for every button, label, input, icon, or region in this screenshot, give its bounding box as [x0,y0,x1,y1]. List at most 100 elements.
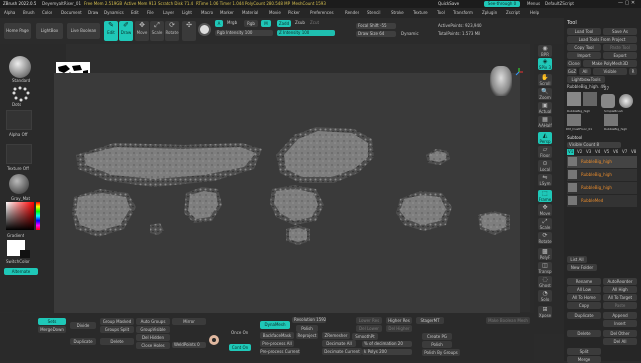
menu-brush[interactable]: Brush [23,10,35,16]
make-polymesh-button[interactable]: Make PolyMesh3D [583,60,637,67]
goz-button[interactable]: GoZ [567,68,577,75]
switch-color-button[interactable]: SwitchColor [6,259,30,265]
visible-count-slider[interactable]: Visible Count 8 [567,142,621,148]
rgb-button[interactable]: Rgb [244,20,258,27]
tool-thumb-2[interactable] [601,94,615,108]
persp-button[interactable]: ◭ Persp [538,132,552,144]
scroll-button[interactable]: ✋ Scroll [538,74,552,86]
lsym-button[interactable]: ⇋ LSym [538,174,552,186]
move-button[interactable]: ✥ Move [135,21,149,41]
menu-stroke[interactable]: Stroke [391,10,404,16]
v-tab-6[interactable]: V6 [613,149,618,155]
rename-button[interactable]: Rename [567,278,601,285]
merge-down-button[interactable]: MergeDown [38,326,66,333]
copy-tool-button[interactable]: Copy Tool [567,44,601,51]
menu-texture[interactable]: Texture [413,10,428,16]
menu-edit[interactable]: Edit [131,10,139,16]
menu-help[interactable]: Help [530,10,539,16]
menu-zplugin[interactable]: Zplugin [482,10,497,16]
brush-thumbnail[interactable] [9,56,31,78]
menu-transform[interactable]: Transform [453,10,473,16]
auto-reorder-button[interactable]: AutoReorder [603,278,637,285]
sculptris-icon[interactable] [198,23,211,36]
focal-shift-slider[interactable]: Focal Shift -55 [356,23,396,29]
move-view-button[interactable]: ✥ Move [538,204,552,216]
higher-res-button[interactable]: Higher Res [386,317,412,324]
weld-points-slider[interactable]: WeldPoints 0 [172,342,206,348]
zremesher-button[interactable]: ZRemesher [322,332,350,339]
subtool-row-2[interactable]: RubbleBig_high [567,169,637,181]
stroke-thumbnail[interactable] [12,86,32,102]
tool-thumb-3[interactable] [619,94,633,108]
subtool-row-1[interactable]: RubbleBig_high [567,156,637,168]
clone-button[interactable]: Clone [567,60,581,67]
m-button[interactable]: M [261,20,271,27]
menu-preferences[interactable]: Preferences [310,10,334,16]
polish-label-button[interactable]: Polish [422,341,452,348]
v-tab-1[interactable]: V1 [567,149,575,155]
frame-button[interactable]: ⬚ Frame [538,190,552,202]
lightbox-tools-button[interactable]: Lightbox▸Tools [567,76,605,83]
dynamesh-button[interactable]: DynaMesh [260,321,290,329]
save-as-button[interactable]: Save As [603,28,637,35]
delete-bottom-button[interactable]: Delete [100,338,134,345]
donut-icon[interactable] [209,335,219,345]
tool-thumb-5[interactable] [604,114,618,126]
spix-button[interactable]: ◈ SPix 3 [538,58,552,70]
tool-thumb-main[interactable] [567,92,581,106]
texture-thumbnail[interactable] [6,144,32,164]
duplicate-bottom-button[interactable]: Duplicate [70,338,96,345]
menu-layer[interactable]: Layer [163,10,174,16]
gizmo-button[interactable]: ✣ [182,21,196,41]
draw-size-slider[interactable]: Draw Size 64 [356,31,396,37]
export-button[interactable]: Export [603,52,637,59]
decimate-current-button[interactable]: Decimate Current [322,348,362,355]
menu-alpha[interactable]: Alpha [4,10,15,16]
menu-color[interactable]: Color [42,10,52,16]
all-to-home-button[interactable]: All To Home [567,294,601,301]
floor-button[interactable]: ▱ Floor [538,146,552,158]
once-on-button[interactable]: Once On [231,330,248,336]
menu-document[interactable]: Document [61,10,82,16]
del-higher-button[interactable]: Del Higher [386,325,412,332]
solo-button[interactable]: ◔ Solo [538,290,552,302]
menu-render[interactable]: Render [345,10,359,16]
live-boolean-button[interactable]: Live Boolean [67,23,100,39]
load-tools-project-button[interactable]: Load Tools From Project [567,36,637,43]
actual-button[interactable]: ▣ Actual [538,102,552,114]
menu-dynamics[interactable]: Dynamics [104,10,124,16]
tool-thumb-cylinder[interactable] [583,92,597,106]
cont-on-button[interactable]: Cont On [229,344,251,351]
menu-draw[interactable]: Draw [88,10,98,16]
local-button[interactable]: ⊙ Local [538,160,552,172]
scale-button[interactable]: ⤢ Scale [150,21,164,41]
paste-button[interactable]: Paste [603,302,637,309]
groups-split-button[interactable]: Groups Split [100,326,134,333]
secondary-color-swatch[interactable] [20,250,30,258]
insert-button[interactable]: Insert [603,320,637,327]
draw-button[interactable]: ✐ Draw [119,21,133,41]
v-tab-4[interactable]: V4 [595,149,600,155]
all-to-target-button[interactable]: All To Target [603,294,637,301]
group-visible-button[interactable]: GroupVisible [136,326,170,333]
del-lower-button[interactable]: Del Lower [356,325,382,332]
divide-button[interactable]: Divide [70,322,96,329]
import-button[interactable]: Import [567,52,601,59]
v-tab-2[interactable]: V2 [577,149,582,155]
make-boolean-mesh-button[interactable]: Make Boolean Mesh [486,317,530,324]
pre-process-all-button[interactable]: Pre-process All [260,340,294,347]
all-button[interactable]: All [579,68,591,75]
copy-button[interactable]: Copy [567,302,601,309]
polyf-button[interactable]: ▩ PolyF [538,248,552,260]
close-holes-button[interactable]: Close Holes [136,342,170,349]
subtool-row-4[interactable]: RubbleMed [567,195,637,207]
delete-button[interactable]: Delete [567,330,601,337]
load-tool-button[interactable]: Load Tool [567,28,601,35]
new-folder-button[interactable]: New Folder [567,264,597,271]
resolution-slider[interactable]: Resolution 1592 [292,317,326,323]
menu-material[interactable]: Material [242,10,258,16]
all-high-button[interactable]: All High [603,286,637,293]
v-tab-8[interactable]: V8 [631,149,636,155]
smooth-pt-button[interactable]: SmoothPt [352,333,378,340]
mrgb-button[interactable]: Mrgb [227,20,237,26]
